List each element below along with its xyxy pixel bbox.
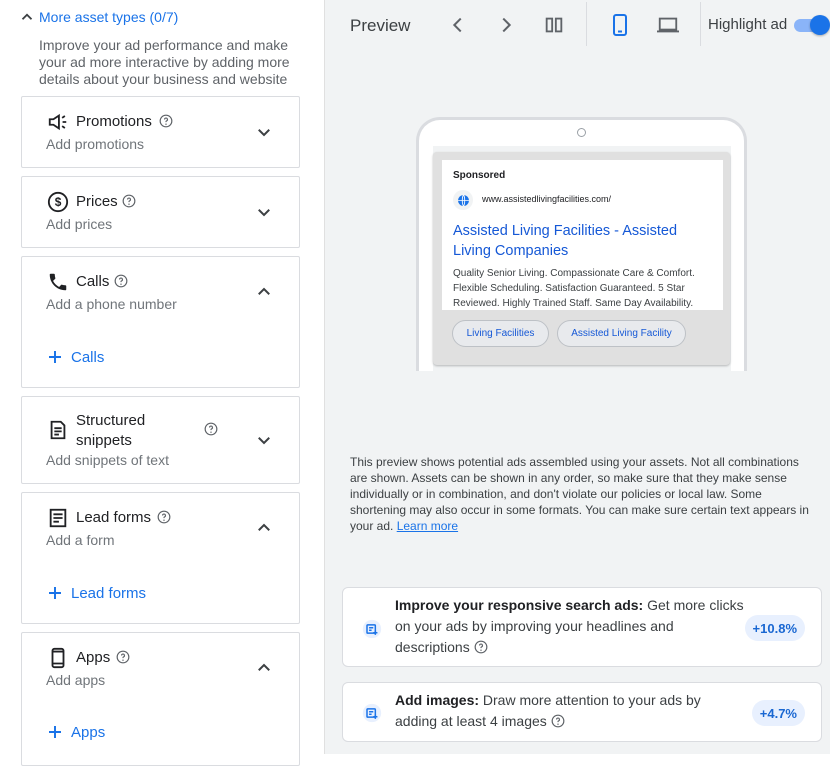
add-images-icon bbox=[362, 703, 382, 723]
asset-types-panel: More asset types (0/7) Improve your ad p… bbox=[0, 0, 324, 766]
toolbar-divider bbox=[700, 2, 701, 46]
plus-icon bbox=[49, 726, 61, 738]
card-subtitle: Add apps bbox=[46, 672, 106, 688]
prices-card: $ Prices Add prices bbox=[21, 176, 300, 248]
recommendation-card[interactable]: Improve your responsive search ads: Get … bbox=[342, 587, 822, 667]
ad-preview: Sponsored www.assistedlivingfacilities.c… bbox=[433, 152, 730, 365]
form-icon bbox=[49, 508, 67, 528]
camera-dot bbox=[577, 128, 586, 137]
add-label: Apps bbox=[71, 723, 106, 741]
section-description: Improve your ad performance and make you… bbox=[39, 37, 290, 87]
card-subtitle: Add snippets of text bbox=[46, 452, 169, 468]
promotions-card: Promotions Add promotions bbox=[21, 96, 300, 168]
lead-forms-card: Lead forms Add a form Lead forms bbox=[21, 492, 300, 624]
card-subtitle: Add a form bbox=[46, 532, 115, 548]
chevron-down-icon[interactable] bbox=[255, 203, 273, 221]
card-title: Structured snippets bbox=[76, 412, 146, 449]
card-title: Prices bbox=[76, 193, 118, 210]
card-subtitle: Add prices bbox=[46, 216, 113, 232]
card-title: Apps bbox=[76, 649, 111, 666]
svg-text:$: $ bbox=[55, 195, 62, 209]
chevron-up-icon bbox=[21, 13, 33, 20]
chevron-down-icon[interactable] bbox=[255, 431, 273, 449]
chevron-up-icon[interactable] bbox=[255, 519, 273, 537]
ad-headline[interactable]: Assisted Living Facilities - Assisted Li… bbox=[453, 222, 715, 261]
recommendation-title: Add images: bbox=[395, 692, 480, 708]
highlight-ad-toggle[interactable] bbox=[794, 14, 830, 36]
card-title: Lead forms bbox=[76, 509, 152, 526]
next-icon[interactable] bbox=[495, 14, 517, 36]
help-icon[interactable] bbox=[116, 650, 130, 664]
learn-more-link[interactable]: Learn more bbox=[397, 519, 458, 533]
calls-card: Calls Add a phone number Calls bbox=[21, 256, 300, 388]
highlight-ad-label: Highlight ad bbox=[708, 16, 788, 33]
document-icon bbox=[50, 420, 66, 440]
add-calls-button[interactable]: Calls bbox=[46, 348, 104, 366]
toolbar-divider bbox=[586, 2, 587, 46]
add-label: Calls bbox=[71, 348, 105, 366]
more-asset-types-toggle[interactable]: More asset types (0/7) bbox=[18, 8, 178, 26]
recommendation-text: Add images: Draw more attention to your … bbox=[395, 690, 725, 732]
preview-panel: Preview Highlight ad Sponsored www.assis… bbox=[324, 0, 830, 754]
plus-icon bbox=[49, 351, 61, 363]
apps-card: Apps Add apps Apps bbox=[21, 632, 300, 766]
plus-icon bbox=[49, 587, 61, 599]
columns-view-icon[interactable] bbox=[543, 14, 565, 36]
ad-display-url: www.assistedlivingfacilities.com/ bbox=[482, 194, 612, 204]
help-icon[interactable] bbox=[204, 422, 218, 436]
chevron-up-icon[interactable] bbox=[255, 659, 273, 677]
preview-disclaimer: This preview shows potential ads assembl… bbox=[350, 454, 810, 534]
impact-badge: +10.8% bbox=[744, 615, 805, 641]
mobile-preview-icon[interactable] bbox=[608, 13, 632, 37]
help-icon[interactable] bbox=[122, 194, 136, 208]
ad-card: Sponsored www.assistedlivingfacilities.c… bbox=[442, 160, 723, 310]
phone-icon bbox=[49, 273, 67, 291]
add-apps-button[interactable]: Apps bbox=[46, 723, 105, 741]
add-label: Lead forms bbox=[71, 584, 147, 602]
recommendation-card[interactable]: Add images: Draw more attention to your … bbox=[342, 682, 822, 742]
impact-badge: +4.7% bbox=[751, 700, 805, 726]
card-subtitle: Add a phone number bbox=[46, 296, 177, 312]
improve-ads-icon bbox=[362, 619, 382, 639]
add-lead-forms-button[interactable]: Lead forms bbox=[46, 584, 146, 602]
structured-snippets-card: Structured snippets Add snippets of text bbox=[21, 396, 300, 484]
help-icon[interactable] bbox=[114, 274, 128, 288]
recommendation-text: Improve your responsive search ads: Get … bbox=[395, 595, 745, 658]
sponsored-label: Sponsored bbox=[453, 170, 506, 181]
dollar-icon: $ bbox=[47, 191, 69, 213]
megaphone-icon bbox=[48, 113, 67, 131]
help-icon[interactable] bbox=[551, 714, 565, 728]
help-icon[interactable] bbox=[157, 510, 171, 524]
chevron-up-icon[interactable] bbox=[255, 283, 273, 301]
globe-icon bbox=[453, 190, 473, 210]
card-title: Calls bbox=[76, 273, 110, 290]
previous-icon[interactable] bbox=[447, 14, 469, 36]
recommendation-title: Improve your responsive search ads: bbox=[395, 597, 644, 613]
smartphone-icon bbox=[51, 647, 65, 669]
desktop-preview-icon[interactable] bbox=[655, 14, 681, 36]
card-subtitle: Add promotions bbox=[46, 136, 145, 152]
ad-description: Quality Senior Living. Compassionate Car… bbox=[453, 268, 695, 309]
card-title: Promotions bbox=[76, 113, 152, 130]
preview-toolbar: Preview Highlight ad bbox=[325, 0, 830, 50]
sitelink-chip[interactable]: Assisted Living Facility bbox=[557, 320, 686, 347]
help-icon[interactable] bbox=[474, 640, 488, 654]
help-icon[interactable] bbox=[159, 114, 173, 128]
sitelink-chip[interactable]: Living Facilities bbox=[452, 320, 549, 347]
toggle-knob bbox=[810, 15, 830, 35]
chevron-down-icon[interactable] bbox=[255, 123, 273, 141]
preview-title: Preview bbox=[350, 16, 411, 35]
section-title: More asset types (0/7) bbox=[39, 9, 179, 25]
